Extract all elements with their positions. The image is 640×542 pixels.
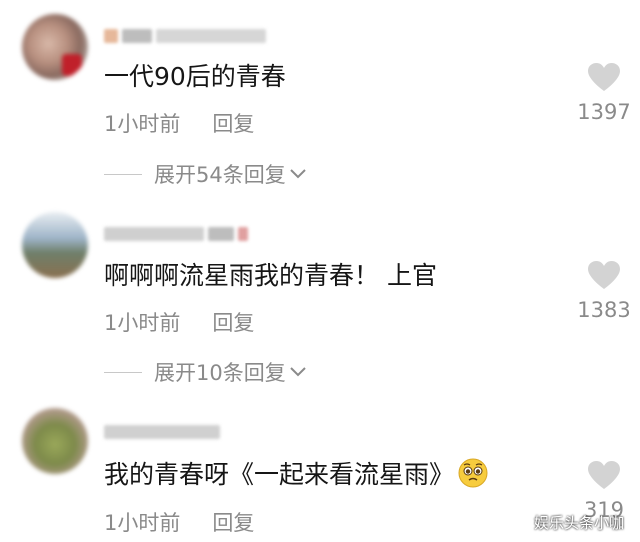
heart-icon	[588, 461, 620, 489]
chevron-down-icon	[290, 169, 306, 179]
comment-meta: 1小时前 回复	[104, 307, 254, 337]
username-redacted[interactable]	[104, 420, 220, 444]
comment-time: 1小时前	[104, 311, 181, 335]
divider	[104, 371, 142, 373]
watermark: 娱乐头条小咖	[534, 514, 625, 532]
avatar[interactable]	[22, 408, 88, 474]
like-button[interactable]: 1397	[573, 62, 635, 124]
reply-button[interactable]: 回复	[212, 108, 254, 138]
expand-replies[interactable]: 展开54条回复	[104, 159, 306, 189]
username-redacted[interactable]	[104, 222, 248, 246]
like-button[interactable]: 1383	[573, 260, 635, 322]
reply-button[interactable]: 回复	[212, 507, 254, 537]
comment-meta: 1小时前 回复	[104, 507, 254, 537]
comment-text-content: 我的青春呀《一起来看流星雨》	[104, 460, 455, 489]
avatar[interactable]	[22, 212, 88, 278]
like-count: 1397	[577, 100, 631, 124]
heart-icon	[588, 63, 620, 91]
expand-replies[interactable]: 展开10条回复	[104, 357, 306, 387]
username-redacted[interactable]	[104, 24, 266, 48]
comment-time: 1小时前	[104, 112, 181, 136]
heart-icon	[588, 261, 620, 289]
comment-text: 我的青春呀《一起来看流星雨》	[104, 458, 488, 492]
comment-list: 一代90后的青春 1小时前 回复 1397 展开54条回复 啊啊啊流星雨我的青春…	[0, 0, 640, 542]
comment-meta: 1小时前 回复	[104, 108, 254, 138]
avatar[interactable]	[22, 14, 88, 80]
comment-text: 啊啊啊流星雨我的青春！ 上官	[104, 261, 437, 290]
comment-time: 1小时前	[104, 511, 181, 535]
chevron-down-icon	[290, 367, 306, 377]
comment-text: 一代90后的青春	[104, 62, 286, 91]
like-count: 1383	[577, 298, 631, 322]
reply-button[interactable]: 回复	[212, 307, 254, 337]
divider	[104, 173, 142, 175]
expand-replies-label: 展开54条回复	[154, 163, 286, 187]
expand-replies-label: 展开10条回复	[154, 361, 286, 385]
pleading-face-emoji-icon	[458, 458, 488, 488]
